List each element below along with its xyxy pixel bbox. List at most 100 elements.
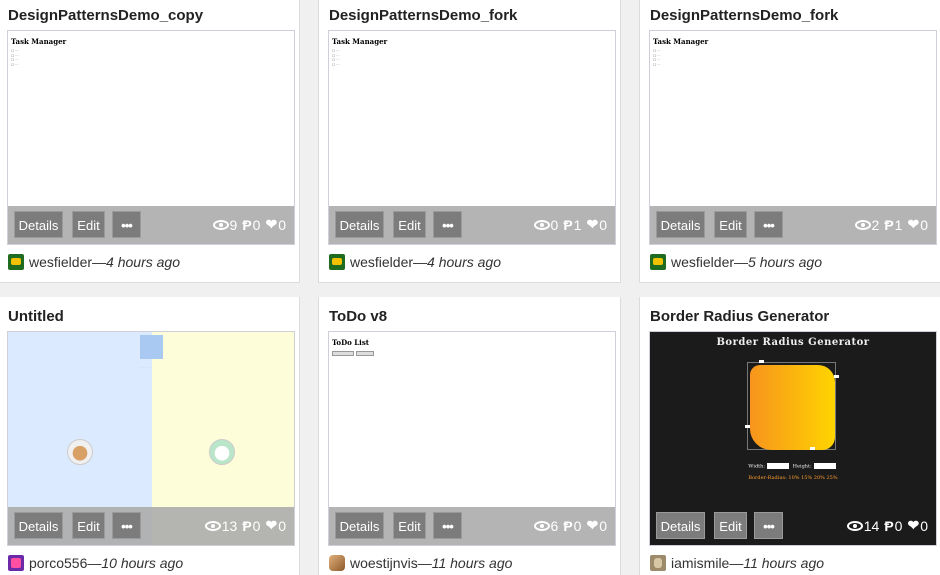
pen-preview[interactable]: Task Manager ☐ ··· ☐ ··· ☐ ··· ☐ ··· Detail…: [328, 30, 616, 245]
heart-icon[interactable]: ❤: [586, 216, 598, 233]
more-button[interactable]: •••: [433, 211, 462, 238]
pen-title[interactable]: DesignPatternsDemo_fork: [329, 7, 517, 24]
pen-title[interactable]: DesignPatternsDemo_copy: [8, 7, 203, 24]
preview-button: [332, 351, 354, 356]
heart-icon[interactable]: ❤: [265, 216, 277, 233]
more-button[interactable]: •••: [754, 512, 783, 539]
likes-count: 0: [920, 517, 928, 534]
heart-icon[interactable]: ❤: [907, 216, 919, 233]
views-count: 9: [229, 216, 238, 233]
action-bar: Details Edit ••• 9 Ᵽ0 ❤ 0: [8, 206, 294, 244]
fork-icon: Ᵽ: [563, 216, 573, 233]
pen-title[interactable]: Untitled: [8, 308, 64, 325]
more-button[interactable]: •••: [112, 211, 141, 238]
preview-drop-zone: [140, 335, 163, 359]
pen-title[interactable]: DesignPatternsDemo_fork: [650, 7, 838, 24]
likes-count: 0: [599, 517, 607, 534]
author-line: woestijnvis — 11 hours ago: [329, 555, 512, 571]
preview-list: ☐ ··· ☐ ··· ☐ ··· ☐ ···: [11, 49, 19, 67]
author-name[interactable]: wesfielder: [350, 254, 413, 270]
stats: 13 Ᵽ0 ❤ 0: [204, 517, 286, 534]
timestamp: 4 hours ago: [106, 254, 180, 270]
stats: 14 Ᵽ0 ❤ 0: [846, 517, 928, 534]
pen-preview[interactable]: Border Radius Generator Width: Height: B…: [649, 331, 937, 546]
pen-grid: DesignPatternsDemo_copy Task Manager ☐ ·…: [0, 0, 940, 575]
eye-icon: [533, 219, 550, 230]
drag-handle-icon: [759, 360, 764, 363]
author-name[interactable]: woestijnvis: [350, 555, 418, 571]
likes-count: 0: [920, 216, 928, 233]
preview-css-output: Border-Radius: 10% 15% 20% 25%: [748, 475, 838, 481]
timestamp: 11 hours ago: [743, 555, 825, 571]
author-name[interactable]: iamismile: [671, 555, 729, 571]
pen-card: DesignPatternsDemo_fork Task Manager ☐ ·…: [318, 0, 621, 283]
forks-count: 0: [252, 216, 261, 233]
author-name[interactable]: wesfielder: [29, 254, 92, 270]
forks-count: 0: [573, 517, 582, 534]
edit-button[interactable]: Edit: [714, 211, 747, 238]
pen-preview[interactable]: Task Manager ☐ ··· ☐ ··· ☐ ··· ☐ ··· Detail…: [649, 30, 937, 245]
drag-handle-icon: [745, 425, 750, 428]
author-line: iamismile — 11 hours ago: [650, 555, 824, 571]
details-button[interactable]: Details: [335, 211, 384, 238]
edit-button[interactable]: Edit: [72, 512, 105, 539]
edit-button[interactable]: Edit: [714, 512, 747, 539]
author-line: wesfielder — 4 hours ago: [329, 254, 501, 270]
pen-title[interactable]: Border Radius Generator: [650, 308, 829, 325]
more-button[interactable]: •••: [433, 512, 462, 539]
separator: —: [92, 254, 107, 270]
heart-icon[interactable]: ❤: [586, 517, 598, 534]
more-button[interactable]: •••: [754, 211, 783, 238]
hello-kitty-avatar-icon: [209, 439, 235, 465]
avatar[interactable]: [8, 555, 24, 571]
preview-width-label: Width:: [748, 463, 766, 470]
timestamp: 4 hours ago: [427, 254, 501, 270]
pen-title[interactable]: ToDo v8: [329, 308, 387, 325]
eye-icon: [204, 520, 221, 531]
pen-preview[interactable]: Task Manager ☐ ··· ☐ ··· ☐ ··· ☐ ··· Detail…: [7, 30, 295, 245]
more-button[interactable]: •••: [112, 512, 141, 539]
stats: 0 Ᵽ1 ❤ 0: [533, 216, 607, 233]
avatar[interactable]: [329, 254, 345, 270]
author-name[interactable]: wesfielder: [671, 254, 734, 270]
details-button[interactable]: Details: [656, 512, 705, 539]
edit-button[interactable]: Edit: [393, 211, 426, 238]
pen-card: ToDo v8 ToDo List Details Edit ••• 6 Ᵽ0 …: [318, 297, 621, 575]
details-button[interactable]: Details: [14, 512, 63, 539]
preview-caption: · · · · · · · ·: [139, 365, 153, 369]
action-bar: Details Edit ••• 14 Ᵽ0 ❤ 0: [650, 507, 936, 545]
eye-icon: [533, 520, 550, 531]
separator: —: [734, 254, 749, 270]
pen-preview[interactable]: · · · · · · · · Details Edit ••• 13 Ᵽ0 ❤…: [7, 331, 295, 546]
pen-card: Untitled · · · · · · · · Details Edit ••…: [0, 297, 300, 575]
details-button[interactable]: Details: [14, 211, 63, 238]
preview-list: ☐ ··· ☐ ··· ☐ ··· ☐ ···: [653, 49, 661, 67]
fork-icon: Ᵽ: [563, 517, 573, 534]
details-button[interactable]: Details: [335, 512, 384, 539]
author-name[interactable]: porco556: [29, 555, 87, 571]
avatar[interactable]: [329, 555, 345, 571]
pen-card: DesignPatternsDemo_copy Task Manager ☐ ·…: [0, 0, 300, 283]
avatar[interactable]: [650, 555, 666, 571]
preview-height-label: Height:: [792, 463, 812, 470]
views-count: 2: [871, 216, 880, 233]
edit-button[interactable]: Edit: [72, 211, 105, 238]
preview-height-input: [813, 463, 836, 469]
separator: —: [729, 555, 744, 571]
edit-button[interactable]: Edit: [393, 512, 426, 539]
views-count: 13: [221, 517, 238, 534]
details-button[interactable]: Details: [656, 211, 705, 238]
preview-button: [356, 351, 374, 356]
preview-heading: Task Manager: [11, 37, 67, 46]
stats: 6 Ᵽ0 ❤ 0: [533, 517, 607, 534]
pen-preview[interactable]: ToDo List Details Edit ••• 6 Ᵽ0 ❤ 0: [328, 331, 616, 546]
eye-icon: [846, 520, 863, 531]
avatar[interactable]: [8, 254, 24, 270]
avatar[interactable]: [650, 254, 666, 270]
heart-icon[interactable]: ❤: [265, 517, 277, 534]
preview-heading: Task Manager: [332, 37, 388, 46]
heart-icon[interactable]: ❤: [907, 517, 919, 534]
preview-shape: [750, 365, 835, 450]
preview-list: ☐ ··· ☐ ··· ☐ ··· ☐ ···: [332, 49, 340, 67]
forks-count: 0: [252, 517, 261, 534]
